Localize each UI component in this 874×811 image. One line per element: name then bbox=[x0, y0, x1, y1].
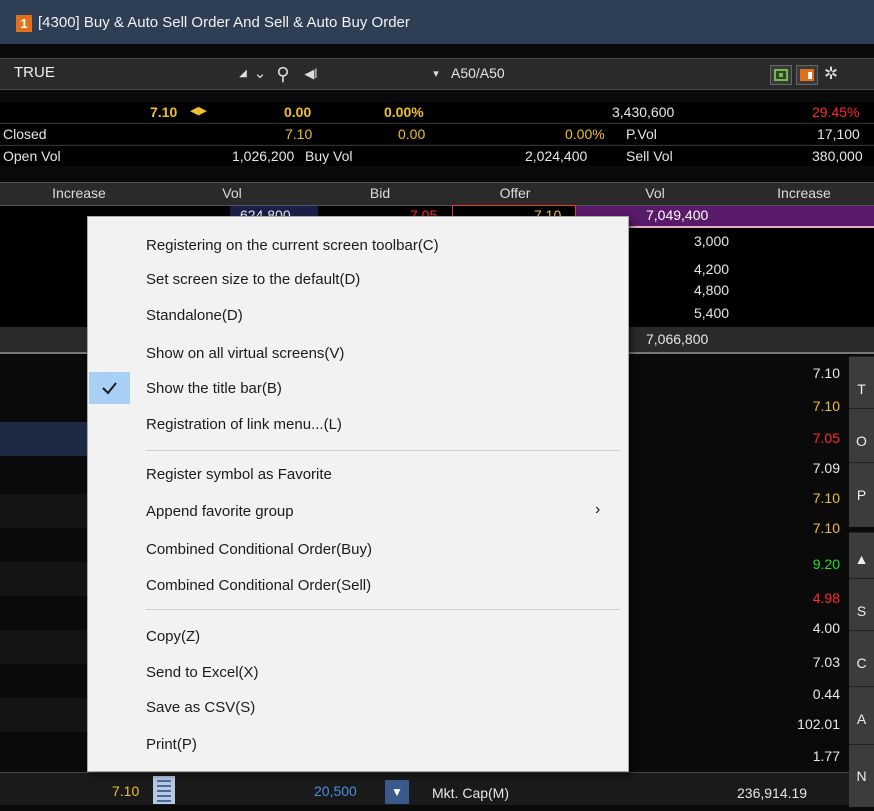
quote-row-closed: Closed 7.10 0.00 0.00% P.Vol 17,100 bbox=[0, 124, 874, 144]
offer-volume: 7,049,400 bbox=[646, 207, 709, 223]
gear-icon[interactable]: ✲ bbox=[821, 64, 841, 84]
highlight-row bbox=[0, 422, 90, 456]
closed-label: Closed bbox=[3, 126, 47, 142]
total-volume: 3,430,600 bbox=[612, 104, 675, 120]
menu-item-save-csv[interactable]: Save as CSV(S) bbox=[88, 691, 628, 723]
quote-row-volumes: Open Vol 1,026,200 Buy Vol 2,024,400 Sel… bbox=[0, 146, 874, 166]
stat-value: 7.03 bbox=[812, 654, 840, 670]
checkmark-icon bbox=[89, 372, 130, 404]
menu-item-print[interactable]: Print(P) bbox=[88, 728, 628, 760]
bottom-price: 7.10 bbox=[112, 783, 140, 799]
divider bbox=[0, 145, 874, 146]
orderbook-header: Increase Vol Bid Offer Vol Increase bbox=[0, 182, 874, 206]
menu-item-append-favorite-group[interactable]: Append favorite group › bbox=[88, 495, 628, 527]
quote-row-price: 7.10 ◀▶ 0.00 0.00% 3,430,600 29.45% bbox=[0, 102, 874, 122]
dropdown-arrow-icon[interactable]: ⌄ bbox=[252, 64, 268, 84]
resize-grip-icon: ◢ bbox=[239, 68, 247, 79]
stat-value: 1.77 bbox=[812, 748, 840, 764]
side-button-n[interactable]: N bbox=[849, 744, 874, 807]
context-menu: Registering on the current screen toolba… bbox=[87, 216, 629, 772]
stat-value: 4.00 bbox=[812, 620, 840, 636]
menu-item-register-toolbar[interactable]: Registering on the current screen toolba… bbox=[88, 229, 628, 261]
stat-value: 7.10 bbox=[812, 365, 840, 381]
qty-dropdown-icon[interactable]: ▼ bbox=[385, 780, 409, 804]
offer-vol-3: 4,800 bbox=[694, 282, 730, 298]
price-arrows-icon: ◀▶ bbox=[190, 105, 207, 117]
col-offer: Offer bbox=[499, 185, 531, 201]
col-vol-bid: Vol bbox=[222, 185, 242, 201]
col-bid: Bid bbox=[369, 185, 391, 201]
window-title-bar[interactable]: 1 [4300] Buy & Auto Sell Order And Sell … bbox=[0, 0, 874, 44]
price-change: 0.00 bbox=[284, 104, 312, 120]
menu-item-default-size[interactable]: Set screen size to the default(D) bbox=[88, 263, 628, 295]
symbol-input[interactable]: TRUE bbox=[14, 64, 228, 84]
sell-vol-value: 380,000 bbox=[812, 148, 863, 164]
offer-vol-2: 4,200 bbox=[694, 261, 730, 277]
toolbar: TRUE ◢ ⌄ ⚲ ◀ǀ ▾ A50/A50 ✲ bbox=[0, 58, 874, 90]
speaker-icon[interactable]: ◀ǀ bbox=[298, 64, 324, 84]
grid-icon[interactable] bbox=[770, 65, 792, 85]
col-increase-left: Increase bbox=[52, 185, 106, 201]
stripe-row bbox=[0, 630, 90, 664]
price-change-pct: 0.00% bbox=[384, 104, 424, 120]
closed-price: 7.10 bbox=[285, 126, 313, 142]
price-stepper-icon[interactable] bbox=[153, 776, 175, 804]
window-number-badge: 1 bbox=[16, 15, 32, 32]
stat-value: 7.10 bbox=[812, 398, 840, 414]
menu-item-conditional-sell[interactable]: Combined Conditional Order(Sell) bbox=[88, 569, 628, 601]
menu-item-standalone[interactable]: Standalone(D) bbox=[88, 299, 628, 331]
window-title: [4300] Buy & Auto Sell Order And Sell & … bbox=[38, 14, 410, 31]
pvol-label: P.Vol bbox=[626, 126, 657, 142]
pvol-value: 17,100 bbox=[817, 126, 860, 142]
menu-item-copy[interactable]: Copy(Z) bbox=[88, 620, 628, 652]
stripe-row bbox=[0, 494, 90, 528]
stat-value: 7.10 bbox=[812, 520, 840, 536]
stripe-row bbox=[0, 562, 90, 596]
offer-vol-4: 5,400 bbox=[694, 305, 730, 321]
menu-separator bbox=[146, 609, 620, 610]
submenu-arrow-icon: › bbox=[595, 501, 601, 518]
open-vol-label: Open Vol bbox=[3, 148, 61, 164]
search-icon[interactable]: ⚲ bbox=[272, 64, 294, 84]
divider bbox=[0, 123, 874, 124]
menu-item-send-excel[interactable]: Send to Excel(X) bbox=[88, 656, 628, 688]
sell-vol-label: Sell Vol bbox=[626, 148, 673, 164]
closed-change-pct: 0.00% bbox=[565, 126, 605, 142]
closed-change: 0.00 bbox=[398, 126, 426, 142]
side-button-p[interactable]: P bbox=[849, 462, 874, 527]
col-vol-offer: Vol bbox=[645, 185, 665, 201]
layout-icon[interactable] bbox=[796, 65, 818, 85]
menu-item-link-menu[interactable]: Registration of link menu...(L) bbox=[88, 408, 628, 440]
stripe-row bbox=[0, 698, 90, 732]
stat-value: 0.44 bbox=[812, 686, 840, 702]
mkt-cap-label: Mkt. Cap(M) bbox=[432, 785, 509, 801]
col-increase-right: Increase bbox=[777, 185, 831, 201]
stat-value: 7.10 bbox=[812, 490, 840, 506]
offer-vol-1: 3,000 bbox=[694, 233, 730, 249]
side-button-a[interactable]: A bbox=[849, 686, 874, 751]
stat-value: 102.01 bbox=[797, 716, 840, 732]
bottom-qty[interactable]: 20,500 bbox=[314, 783, 357, 799]
volume-pct: 29.45% bbox=[812, 104, 860, 120]
menu-separator bbox=[146, 450, 620, 451]
menu-item-register-favorite[interactable]: Register symbol as Favorite bbox=[88, 458, 628, 490]
stat-value: 9.20 bbox=[812, 556, 840, 572]
menu-item-show-title-bar[interactable]: Show the title bar(B) bbox=[88, 372, 628, 404]
open-vol-value: 1,026,200 bbox=[232, 148, 295, 164]
menu-item-conditional-buy[interactable]: Combined Conditional Order(Buy) bbox=[88, 533, 628, 565]
mkt-cap-value: 236,914.19 bbox=[737, 785, 808, 801]
stat-value: 7.05 bbox=[812, 430, 840, 446]
offer-total: 7,066,800 bbox=[646, 331, 709, 347]
buy-vol-value: 2,024,400 bbox=[525, 148, 588, 164]
buy-vol-label: Buy Vol bbox=[305, 148, 353, 164]
stat-value: 4.98 bbox=[812, 590, 840, 606]
menu-item-all-virtual-screens[interactable]: Show on all virtual screens(V) bbox=[88, 337, 628, 369]
current-price: 7.10 bbox=[150, 104, 178, 120]
stat-value: 7.09 bbox=[812, 460, 840, 476]
link-dropdown-icon[interactable]: ▾ bbox=[428, 64, 444, 84]
link-group-label[interactable]: A50/A50 bbox=[451, 65, 505, 81]
